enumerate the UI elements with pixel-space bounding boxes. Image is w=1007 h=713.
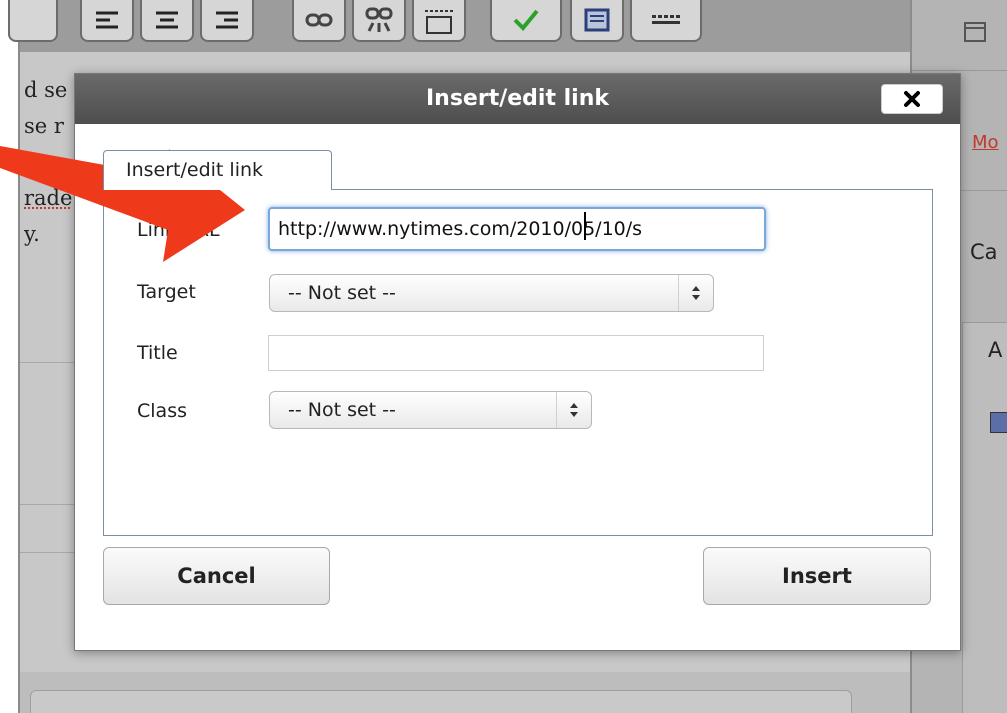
dialog-title: Insert/edit link <box>425 86 610 111</box>
insert-button[interactable]: Insert <box>703 547 931 605</box>
more-link[interactable]: Mo <box>972 132 999 153</box>
editor-line: rade <box>24 186 73 210</box>
align-left-icon <box>96 11 118 29</box>
spellcheck-icon <box>513 9 539 31</box>
close-button[interactable] <box>881 84 943 114</box>
fullscreen-icon <box>584 8 610 32</box>
title-label: Title <box>137 342 178 364</box>
divider <box>912 70 1007 71</box>
unlink-icon <box>365 7 393 32</box>
spellcheck-button[interactable] <box>490 0 562 42</box>
align-left-button[interactable] <box>80 0 134 42</box>
select-arrows-icon <box>692 286 700 300</box>
cancel-button[interactable]: Cancel <box>103 547 330 605</box>
unlink-button[interactable] <box>352 0 406 42</box>
select-arrows <box>678 275 713 311</box>
close-icon <box>904 91 920 107</box>
toolbar-button-partial[interactable] <box>8 0 58 42</box>
link-url-label: Link URL <box>137 219 220 241</box>
editor-line: d se <box>24 78 68 102</box>
screenshot: d se se r hor rade y. Mo Ca A Insert/edi… <box>0 0 1007 713</box>
text-caret <box>584 212 586 240</box>
insert-more-icon <box>425 10 453 34</box>
class-select[interactable]: -- Not set -- <box>269 391 592 429</box>
checkbox[interactable] <box>990 412 1007 433</box>
target-select[interactable]: -- Not set -- <box>269 274 714 312</box>
select-arrows-icon <box>570 403 578 417</box>
sidebar-heading: Ca <box>970 240 998 264</box>
fullscreen-button[interactable] <box>570 0 624 42</box>
target-select-value: -- Not set -- <box>288 282 396 304</box>
kitchen-sink-button[interactable] <box>630 0 702 42</box>
select-arrows <box>556 392 591 428</box>
calendar-icon <box>964 22 986 42</box>
editor-toolbar <box>8 0 910 52</box>
link-url-input[interactable]: http://www.nytimes.com/2010/05/10/s <box>268 207 766 251</box>
link-icon <box>305 13 333 27</box>
excerpt-box[interactable] <box>30 690 852 713</box>
kitchen-sink-icon <box>652 15 680 24</box>
tab-insert-edit-link[interactable]: Insert/edit link <box>103 150 332 190</box>
editor-line: y. <box>24 222 40 246</box>
align-right-icon <box>216 11 238 29</box>
link-button[interactable] <box>292 0 346 42</box>
sidebar-box <box>962 322 1007 713</box>
align-center-icon <box>156 11 178 29</box>
sidebar-heading: A <box>988 338 1003 362</box>
class-select-value: -- Not set -- <box>288 399 396 421</box>
target-label: Target <box>137 281 196 303</box>
editor-line: se r <box>24 114 64 138</box>
title-input[interactable] <box>268 335 764 371</box>
insert-link-dialog: Insert/edit link Insert/edit link Link U… <box>74 73 961 651</box>
insert-more-button[interactable] <box>412 0 466 42</box>
align-center-button[interactable] <box>140 0 194 42</box>
editor-line: hor <box>24 150 61 174</box>
class-label: Class <box>137 400 187 422</box>
align-right-button[interactable] <box>200 0 254 42</box>
